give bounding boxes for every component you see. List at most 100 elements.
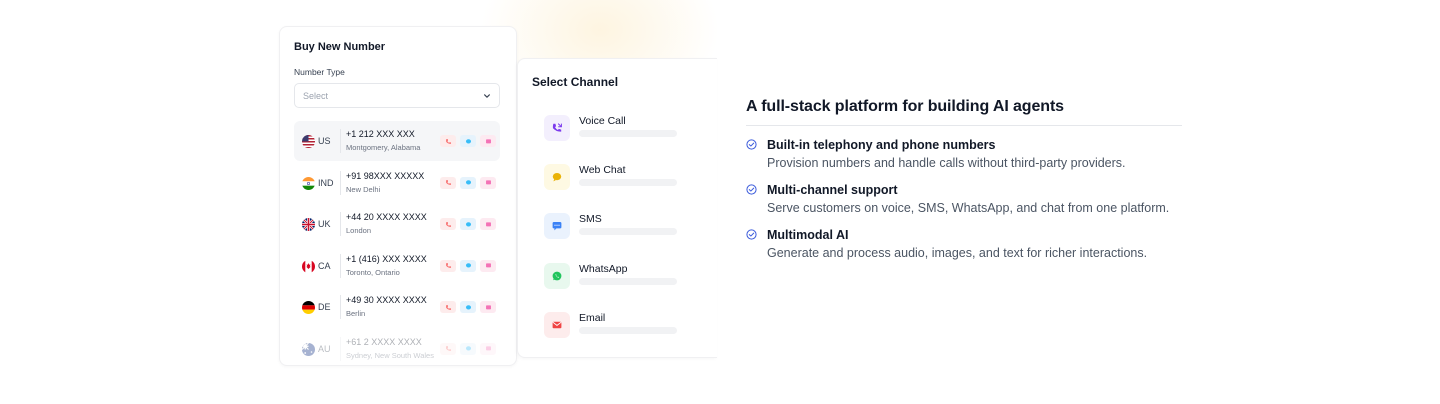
country-code: CA [318,260,331,271]
feature-description: Provision numbers and handle calls witho… [767,156,1126,170]
message-button[interactable] [480,135,496,147]
channel-placeholder-bar [579,278,677,285]
phone-icon [445,221,451,227]
message-button[interactable] [480,301,496,314]
number-actions [440,301,496,314]
chat-bubble-icon [465,263,471,268]
chat-button[interactable] [460,176,476,189]
channel-name: Email [579,312,606,324]
number-location: Montgomery, Alabama [346,143,421,152]
number-row-de[interactable]: DE +49 30 XXXX XXXX Berlin [294,287,500,327]
india-flag-icon [302,176,315,190]
us-flag-icon [302,135,315,148]
number-row-us[interactable]: US +1 212 XXX XXX Montgomery, Alabama [294,121,500,161]
sms-icon [544,213,570,239]
channel-placeholder-bar [579,327,677,334]
channel-web-chat[interactable]: Web Chat [544,164,684,192]
country-code: IND [318,177,334,188]
channel-sms[interactable]: SMS [544,213,684,241]
number-actions [440,135,496,147]
number-list: US +1 212 XXX XXX Montgomery, Alabama IN… [294,121,500,365]
chat-bubble-icon [465,138,471,143]
message-button[interactable] [480,342,496,355]
platform-info: A full-stack platform for building AI ag… [746,98,1182,261]
number-row-ca[interactable]: CA +1 (416) XXX XXXX Toronto, Ontario [294,246,500,286]
select-placeholder: Select [303,90,329,101]
chat-button[interactable] [460,342,476,355]
phone-icon [445,304,451,310]
number-location: Toronto, Ontario [346,267,400,277]
feature-title: Built-in telephony and phone numbers [767,138,996,152]
feature-multimodal: Multimodal AI Generate and process audio… [746,227,1182,261]
chat-button[interactable] [460,259,476,272]
message-button[interactable] [480,259,496,272]
divider [340,170,341,195]
chat-button[interactable] [460,218,476,231]
call-button[interactable] [440,342,456,355]
message-button[interactable] [480,218,496,231]
feature-description: Generate and process audio, images, and … [767,246,1148,260]
edge-fade [677,59,717,357]
feature-title: Multi-channel support [767,183,898,197]
number-actions [440,342,496,355]
buy-number-card: Buy New Number Number Type Select US +1 … [279,26,517,366]
call-button[interactable] [440,259,456,272]
chevron-down-icon [484,93,490,98]
channel-name: WhatsApp [579,263,628,275]
channel-name: Web Chat [579,164,626,176]
message-icon [485,222,491,227]
number-location: New Delhi [346,184,381,194]
number-row-uk[interactable]: UK +44 20 XXXX XXXX London [294,204,500,244]
phone-number: +44 20 XXXX XXXX [346,212,427,223]
number-location: London [346,226,372,236]
heading-divider [746,125,1182,126]
channel-email[interactable]: Email [544,312,684,340]
section-heading: A full-stack platform for building AI ag… [746,98,1064,115]
message-icon [485,180,491,185]
feature-telephony: Built-in telephony and phone numbers Pro… [746,137,1182,171]
phone-number: +49 30 XXXX XXXX [346,295,427,306]
number-row-au[interactable]: AU +61 2 XXXX XXXX Sydney, New South Wal… [294,329,500,365]
phone-icon [445,138,451,144]
germany-flag-icon [302,301,315,315]
call-button[interactable] [440,135,456,147]
call-button[interactable] [440,301,456,314]
feature-description: Serve customers on voice, SMS, WhatsApp,… [767,201,1170,215]
whatsapp-icon [544,263,570,289]
country-code: AU [318,343,331,354]
check-circle-icon [746,184,757,195]
call-button[interactable] [440,218,456,231]
message-button[interactable] [480,176,496,189]
uk-flag-icon [302,218,315,232]
number-type-label: Number Type [294,67,345,77]
number-type-select[interactable]: Select [294,83,500,108]
number-actions [440,218,496,231]
channel-voice-call[interactable]: Voice Call [544,115,684,143]
number-location: Sydney, New South Wales [346,350,434,360]
number-actions [440,259,496,272]
divider [340,295,341,320]
phone-icon [445,346,451,352]
call-button[interactable] [440,176,456,189]
country-code: UK [318,219,331,230]
chat-button[interactable] [460,135,476,147]
chat-bubble-icon [465,221,471,227]
select-channel-card: Select Channel Voice Call Web Chat SMS W… [517,58,717,358]
check-circle-icon [746,139,757,150]
email-icon [544,312,570,338]
channel-name: SMS [579,213,602,225]
channel-placeholder-bar [579,228,677,235]
chat-button[interactable] [460,301,476,314]
australia-flag-icon [302,342,315,356]
feature-title: Multimodal AI [767,228,849,242]
chat-bubble-icon [465,180,471,185]
message-icon [485,138,491,143]
phone-number: +1 212 XXX XXX [346,129,415,139]
chat-bubble-icon [544,164,570,190]
number-row-ind[interactable]: IND +91 98XXX XXXXX New Delhi [294,163,500,203]
chat-bubble-icon [465,346,471,351]
channel-whatsapp[interactable]: WhatsApp [544,263,684,291]
country-code: US [318,136,331,146]
divider [340,212,341,237]
check-circle-icon [746,229,757,240]
